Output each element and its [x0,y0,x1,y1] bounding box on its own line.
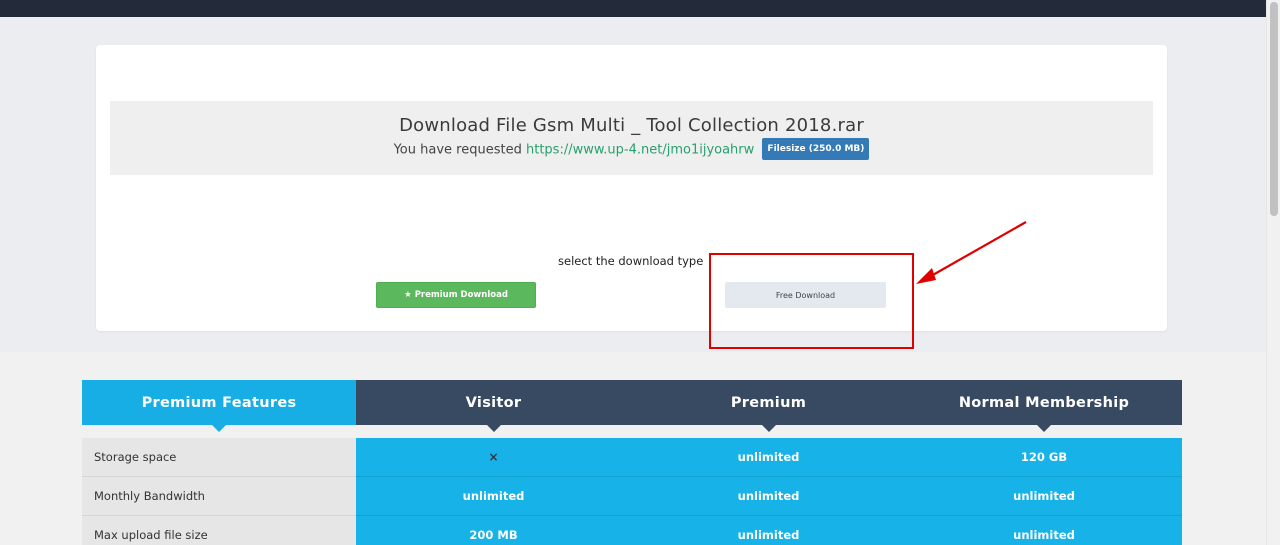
table-row: Storage space × unlimited 120 GB [82,438,1182,477]
file-title: Download File Gsm Multi _ Tool Collectio… [399,115,864,136]
highlight-box [709,253,914,349]
table-row: Max upload file size 200 MB unlimited un… [82,516,1182,545]
visitor-value: unlimited [356,477,631,516]
normal-value: 120 GB [906,438,1182,477]
pricing-table: Premium Features Visitor Premium Normal … [82,380,1182,545]
header-premium: Premium [631,380,906,432]
requested-prefix: You have requested [393,142,522,158]
normal-value: unlimited [906,516,1182,545]
header-premium-features: Premium Features [82,380,356,432]
top-navbar [0,0,1266,17]
header-visitor: Visitor [356,380,631,432]
file-link[interactable]: https://www.up-4.net/jmo1ijyoahrw [526,143,754,158]
header-normal-membership: Normal Membership [906,380,1182,432]
scrollbar-thumb[interactable] [1270,2,1278,216]
visitor-value: 200 MB [356,516,631,545]
page-scrollbar[interactable] [1266,0,1280,545]
premium-value: unlimited [631,516,906,545]
file-info-panel: Download File Gsm Multi _ Tool Collectio… [110,101,1153,175]
star-icon: ★ [404,290,412,300]
requested-line: You have requested https://www.up-4.net/… [110,138,1153,161]
filesize-badge: Filesize (250.0 MB) [762,138,870,160]
premium-value: unlimited [631,477,906,516]
table-row: Monthly Bandwidth unlimited unlimited un… [82,477,1182,516]
download-type-label: select the download type [558,254,704,268]
premium-value: unlimited [631,438,906,477]
row-label: Monthly Bandwidth [82,477,356,516]
normal-value: unlimited [906,477,1182,516]
annotation-arrow-icon [916,221,1027,284]
premium-download-label: Premium Download [414,290,508,300]
premium-download-button[interactable]: ★ Premium Download [376,282,536,308]
pricing-header: Premium Features Visitor Premium Normal … [82,380,1182,432]
row-label: Storage space [82,438,356,477]
row-label: Max upload file size [82,516,356,545]
visitor-value: × [356,438,631,477]
